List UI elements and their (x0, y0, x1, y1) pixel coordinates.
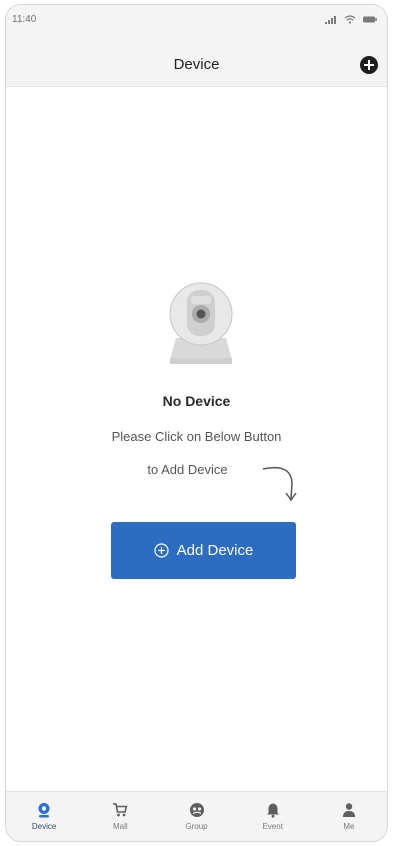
group-icon (189, 803, 204, 817)
curved-arrow-icon (262, 466, 297, 502)
phone-screen: 11:40 Device No Device Please Click on B… (5, 4, 388, 842)
wifi-icon (344, 15, 356, 24)
person-icon (342, 803, 355, 817)
tab-group[interactable]: Group (158, 792, 234, 841)
empty-state-description-line1: Please Click on Below Button (111, 429, 282, 444)
empty-state-title: No Device (162, 393, 231, 409)
status-icons (325, 15, 377, 24)
add-device-button[interactable]: Add Device (111, 522, 296, 579)
add-device-button-label: Add Device (176, 542, 254, 559)
bell-icon (266, 803, 279, 818)
tab-me-label: Me (343, 822, 355, 831)
plus-circle-outline-icon (154, 543, 169, 558)
cart-icon (113, 803, 128, 817)
tab-mall[interactable]: Mall (82, 792, 158, 841)
camera-icon (38, 803, 50, 818)
status-time: 11:40 (12, 14, 37, 25)
signal-icon (325, 15, 336, 24)
battery-icon (363, 16, 377, 23)
tab-event[interactable]: Event (235, 792, 311, 841)
plus-circle-icon (360, 56, 378, 74)
tab-device-label: Device (31, 822, 57, 831)
empty-state-description-line2: to Add Device (147, 462, 228, 477)
tab-device[interactable]: Device (6, 792, 82, 841)
page-title: Device (173, 56, 220, 73)
tab-me[interactable]: Me (311, 792, 387, 841)
tab-bar: Device Mall Group Event Me (6, 791, 387, 841)
tab-group-label: Group (185, 822, 208, 831)
add-device-header-button[interactable] (359, 55, 379, 75)
camera-illustration-icon (169, 282, 233, 364)
status-bar: 11:40 (6, 5, 387, 43)
tab-event-label: Event (262, 822, 283, 831)
tab-mall-label: Mall (112, 822, 128, 831)
nav-bar: Device (6, 43, 387, 87)
